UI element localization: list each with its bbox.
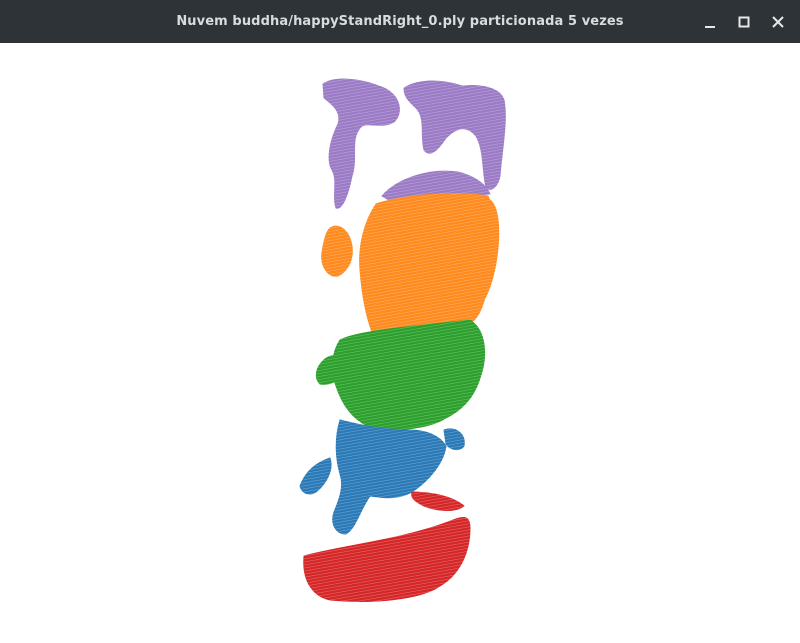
close-button[interactable] bbox=[764, 8, 792, 36]
point-cloud-canvas bbox=[290, 70, 520, 610]
maximize-icon bbox=[738, 16, 750, 27]
minimize-button[interactable] bbox=[696, 8, 724, 36]
title-bar[interactable]: Nuvem buddha/happyStandRight_0.ply parti… bbox=[0, 0, 800, 43]
close-icon bbox=[772, 15, 784, 28]
window-title: Nuvem buddha/happyStandRight_0.ply parti… bbox=[176, 14, 624, 29]
point-cloud-viewport[interactable] bbox=[0, 43, 800, 643]
app-window: Nuvem buddha/happyStandRight_0.ply parti… bbox=[0, 0, 800, 643]
maximize-button[interactable] bbox=[730, 8, 758, 36]
window-controls bbox=[696, 0, 792, 43]
point-texture-overlay bbox=[290, 70, 520, 610]
minimize-icon bbox=[705, 25, 715, 28]
